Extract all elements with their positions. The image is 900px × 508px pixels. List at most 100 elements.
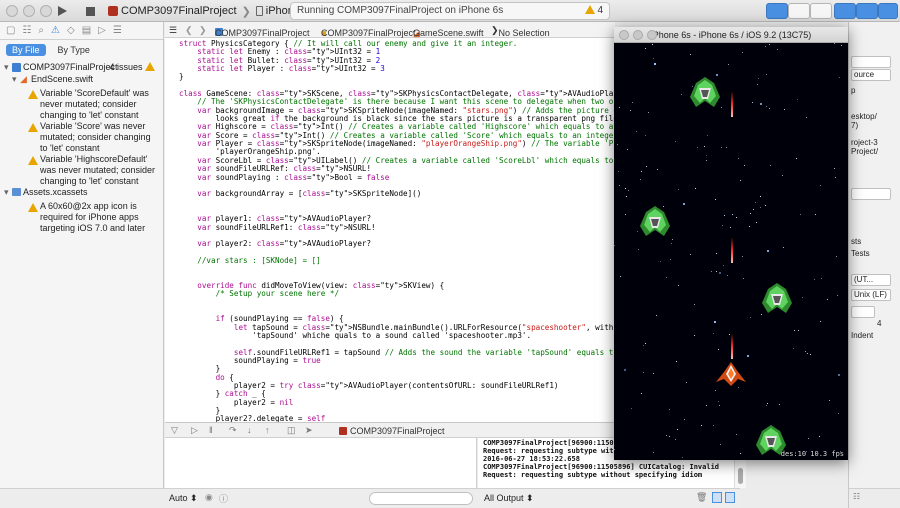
issue-item[interactable]: Variable 'HighscoreDefault' was never mu…: [0, 154, 163, 186]
code-line[interactable]: var soundFileURLRef1: class="ty">NSURL!: [179, 223, 615, 232]
star: [749, 226, 750, 227]
run-button[interactable]: [55, 3, 69, 19]
file-row[interactable]: ▾ ◢ EndScene.swift: [0, 74, 163, 86]
stop-button[interactable]: [83, 3, 97, 19]
toggle-debug-area-button[interactable]: [856, 3, 878, 19]
code-line[interactable]: var backgroundArray = [class="ty">SKSpri…: [179, 189, 615, 198]
inspector-field[interactable]: [851, 188, 891, 200]
breakpoints-icon[interactable]: ▷: [191, 425, 198, 436]
code-line[interactable]: ​: [179, 199, 615, 207]
code-line[interactable]: soundPlaying = true: [179, 356, 615, 365]
code-line[interactable]: static let Player : class="ty">UInt32 = …: [179, 64, 615, 73]
standard-editor-button[interactable]: [766, 3, 788, 19]
star: [760, 103, 762, 105]
star: [722, 225, 723, 226]
breadcrumb-selection[interactable]: ❯ No Selection: [491, 25, 550, 38]
variables-filter-field[interactable]: [369, 492, 473, 505]
issue-item[interactable]: A 60x60@2x app icon is required for iPho…: [0, 201, 163, 233]
code-line[interactable]: }: [179, 73, 615, 82]
debug-target[interactable]: COMP3097FinalProject: [339, 426, 445, 436]
step-out-icon[interactable]: ↑: [265, 425, 270, 435]
symbol-icon[interactable]: ☷: [22, 25, 31, 36]
show-variables-toggle[interactable]: [712, 492, 722, 503]
find-icon[interactable]: ⌕: [38, 25, 44, 36]
version-editor-button[interactable]: [810, 3, 832, 19]
related-items-icon[interactable]: ☰: [169, 25, 177, 36]
inspector-field[interactable]: [851, 306, 875, 318]
star: [619, 107, 620, 108]
step-in-icon[interactable]: ↓: [247, 425, 252, 435]
console-line: Request: requesting subtype without spec…: [483, 471, 703, 479]
code-line[interactable]: /* Setup your scene here */: [179, 290, 615, 298]
tab-by-file[interactable]: By File: [6, 44, 46, 56]
star: [782, 175, 783, 176]
star: [769, 44, 770, 45]
code-line[interactable]: player2 = nil: [179, 398, 615, 407]
zoom-window-button[interactable]: [40, 5, 52, 17]
print-description-icon[interactable]: ⓘ: [219, 492, 228, 505]
indent-width-value[interactable]: 4: [877, 319, 881, 328]
trash-icon[interactable]: 🗑: [696, 492, 707, 503]
quick-look-icon[interactable]: ◉: [205, 492, 213, 503]
hide-debug-icon[interactable]: ▽: [171, 425, 178, 436]
show-console-toggle[interactable]: [725, 492, 735, 503]
folder-icon[interactable]: ▢: [6, 25, 15, 36]
project-row[interactable]: ▾ COMP3097FinalProject 4 issues: [0, 62, 163, 74]
forward-button[interactable]: ❯: [199, 25, 207, 36]
tab-by-type[interactable]: By Type: [52, 44, 96, 56]
report-icon[interactable]: ☰: [113, 25, 122, 36]
close-window-button[interactable]: [6, 5, 18, 17]
back-button[interactable]: ❮: [185, 25, 193, 36]
breakpoint-icon[interactable]: ▷: [98, 25, 106, 36]
code-line[interactable]: ​: [179, 299, 615, 307]
stop-icon: [85, 6, 95, 16]
minimize-window-button[interactable]: [23, 5, 35, 17]
star: [723, 265, 724, 266]
file-row[interactable]: ▾ Assets.xcassets: [0, 187, 163, 199]
variables-scope-select[interactable]: Auto ⬍: [169, 493, 198, 504]
simulator-title: iPhone 6s - iPhone 6s / iOS 9.2 (13C75): [650, 30, 812, 40]
code-text[interactable]: struct PhysicsCategory { // It will call…: [179, 39, 615, 422]
assistant-editor-button[interactable]: [788, 3, 810, 19]
source-editor[interactable]: struct PhysicsCategory { // It will call…: [165, 38, 615, 422]
issue-item[interactable]: Variable 'ScoreDefault' was never mutate…: [0, 88, 163, 120]
test-icon[interactable]: ◇: [67, 25, 75, 36]
code-line[interactable]: var player2: class="ty">AVAudioPlayer?: [179, 239, 615, 248]
star: [631, 408, 632, 409]
code-line[interactable]: //var stars : [SKNode] = []: [179, 256, 615, 265]
star: [656, 315, 657, 316]
debug-icon[interactable]: ▤: [82, 25, 91, 36]
toggle-utilities-button[interactable]: [878, 3, 898, 19]
line-endings-select[interactable]: Unix (LF): [851, 289, 891, 301]
view-hierarchy-icon[interactable]: ◫: [287, 425, 296, 436]
text-encoding-select[interactable]: (UT...: [851, 274, 891, 286]
code-line[interactable]: }: [179, 365, 615, 374]
step-over-icon[interactable]: ↷: [229, 425, 237, 436]
star: [672, 239, 673, 240]
scheme-selector[interactable]: COMP3097FinalProject ❯ iPhone 6s: [108, 3, 315, 19]
star: [618, 171, 619, 172]
game-screen[interactable]: des:10 10.3 fps: [614, 43, 848, 460]
code-line[interactable]: 'tapSound' whiche quals to a sound calle…: [179, 331, 615, 340]
star: [744, 165, 745, 166]
simulator-minimize-button[interactable]: [633, 30, 643, 40]
simulator-close-button[interactable]: [619, 30, 629, 40]
variables-view[interactable]: [165, 438, 477, 488]
code-line[interactable]: ​: [179, 265, 615, 273]
location-icon[interactable]: ➤: [305, 425, 313, 436]
issue-item[interactable]: Variable 'Score' was never mutated; cons…: [0, 121, 163, 153]
code-line[interactable]: var soundPlaying : class="ty">Bool = fal…: [179, 173, 615, 182]
status-warning-badge[interactable]: 4: [585, 5, 603, 16]
star: [827, 299, 828, 300]
pause-icon[interactable]: ‖: [209, 425, 213, 435]
simulator-zoom-button[interactable]: [647, 30, 657, 40]
toggle-navigator-button[interactable]: [834, 3, 856, 19]
player-ship[interactable]: [716, 362, 746, 386]
issue-icon[interactable]: ⚠: [51, 25, 60, 36]
inspector-location-field[interactable]: ource: [851, 69, 891, 81]
star: [620, 276, 621, 277]
console-output-select[interactable]: All Output ⬍: [484, 493, 534, 504]
inspector-field[interactable]: [851, 56, 891, 68]
grid-view-icon[interactable]: ☷: [853, 492, 860, 501]
star: [628, 190, 629, 191]
